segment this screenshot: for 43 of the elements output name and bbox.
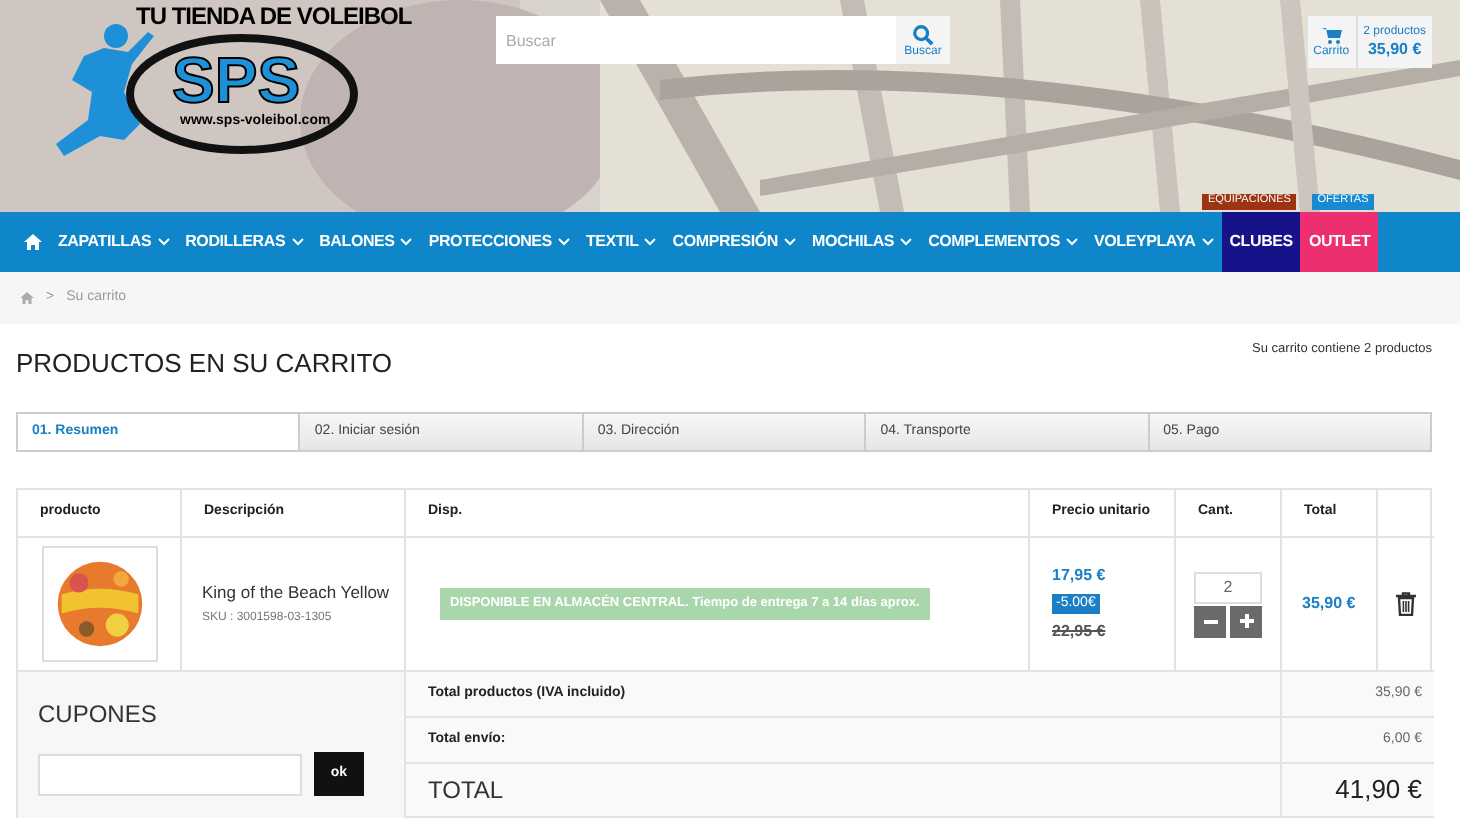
- search-icon: [912, 23, 934, 45]
- nav-item[interactable]: BALONES: [311, 212, 421, 272]
- increase-button[interactable]: [1230, 605, 1262, 637]
- plus-icon: [1239, 614, 1253, 628]
- trash-icon[interactable]: [1396, 592, 1416, 616]
- quantity-field[interactable]: 2: [1194, 571, 1262, 603]
- chevron-icon: [783, 238, 796, 246]
- logo-name: SPS: [172, 48, 301, 112]
- line-total: 35,90 €: [1302, 592, 1356, 616]
- chevron-icon: [1201, 238, 1214, 246]
- logo-ellipse-icon: [124, 32, 360, 156]
- coupon-field[interactable]: [38, 753, 302, 795]
- nav-item[interactable]: PROTECCIONES: [420, 212, 578, 272]
- nav-item[interactable]: RODILLERAS: [177, 212, 312, 272]
- nav-item[interactable]: COMPRESIÓN: [664, 212, 804, 272]
- chevron-icon: [400, 238, 413, 246]
- nav-item[interactable]: VOLEYPLAYA: [1085, 212, 1222, 272]
- unit-price: 17,95 €: [1052, 563, 1106, 588]
- search-field[interactable]: Buscar: [496, 16, 896, 64]
- chevron-icon: [644, 238, 657, 246]
- total-value: 41,90 €: [1335, 772, 1422, 809]
- nav-item[interactable]: TEXTIL: [577, 212, 665, 272]
- home-icon[interactable]: [24, 234, 42, 250]
- cart-icon: [1321, 27, 1342, 43]
- nav-item[interactable]: MOCHILAS: [803, 212, 921, 272]
- chevron-icon: [1065, 238, 1078, 246]
- cart-amount: 35,90 €: [1367, 42, 1422, 58]
- nav-item[interactable]: OUTLET: [1300, 212, 1379, 272]
- logo-tagline: TU TIENDA DE VOLEIBOL: [136, 4, 412, 28]
- nav-item[interactable]: ZAPATILLAS: [50, 212, 178, 272]
- chevron-icon: [157, 238, 170, 246]
- total-label: TOTAL: [428, 774, 504, 808]
- coupons-title: CUPONES: [38, 698, 159, 732]
- page-title: PRODUCTOS EN SU CARRITO: [16, 346, 393, 382]
- decrease-button[interactable]: [1194, 605, 1226, 637]
- chevron-icon: [291, 238, 304, 246]
- minus-icon: [1203, 619, 1217, 623]
- product-name[interactable]: King of the Beach Yellow: [202, 579, 404, 605]
- chevron-icon: [900, 238, 913, 246]
- nav-item[interactable]: COMPLEMENTOS: [920, 212, 1086, 272]
- old-price: 22,95 €: [1052, 620, 1106, 645]
- chevron-icon: [557, 238, 570, 246]
- nav-item[interactable]: CLUBES: [1221, 212, 1301, 272]
